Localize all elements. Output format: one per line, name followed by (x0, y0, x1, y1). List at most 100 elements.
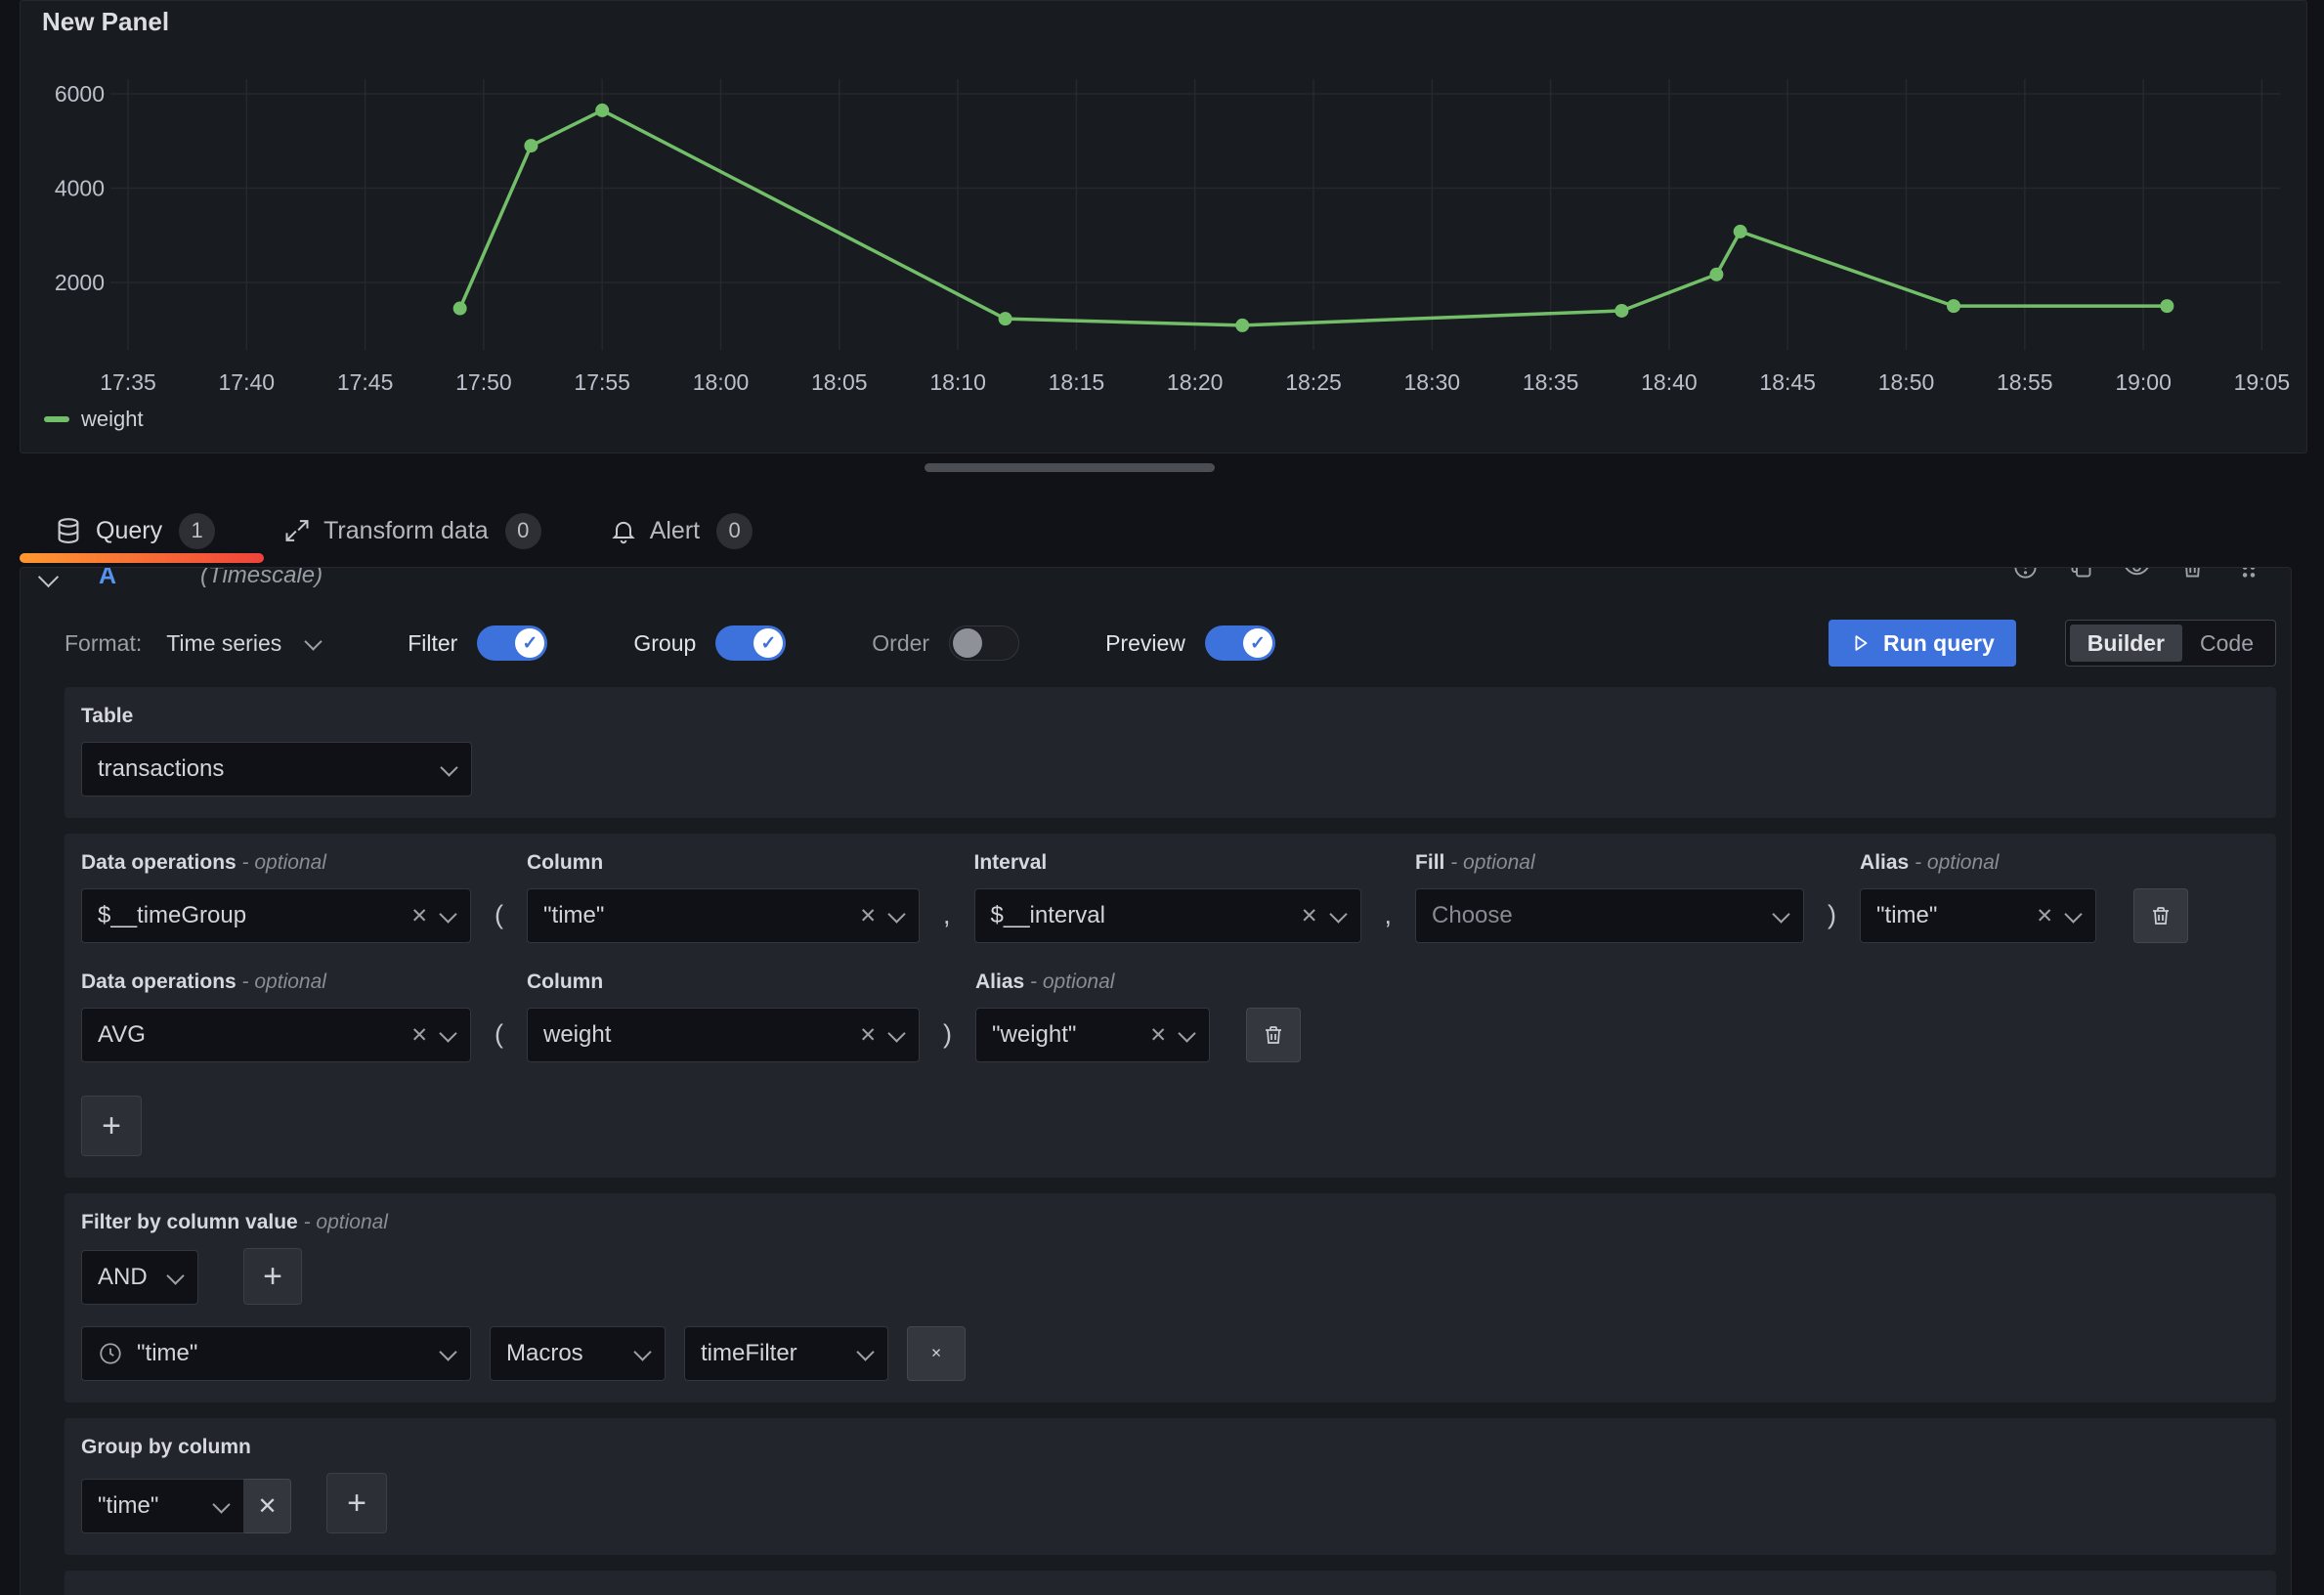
datasource-label: (Timescale) (200, 568, 323, 589)
remove-operation-button[interactable] (2133, 888, 2188, 943)
alias-select[interactable]: "weight" ✕ (975, 1008, 1210, 1062)
column-select[interactable]: "time" ✕ (527, 888, 920, 943)
chevron-down-icon (633, 1343, 651, 1360)
column-select[interactable]: weight ✕ (527, 1008, 920, 1062)
clear-icon[interactable]: ✕ (859, 904, 877, 928)
tab-query-label: Query (96, 517, 162, 545)
horizontal-scrollbar-thumb[interactable] (925, 463, 1215, 472)
interval-select[interactable]: $__interval ✕ (974, 888, 1361, 943)
remove-group-by-button[interactable]: ✕ (244, 1479, 291, 1533)
remove-filter-button[interactable]: ✕ (907, 1326, 966, 1381)
add-column-button[interactable]: + (81, 1096, 142, 1156)
x-axis-tick: 17:50 (455, 369, 512, 395)
clear-icon[interactable]: ✕ (859, 1023, 877, 1048)
clear-icon[interactable]: ✕ (1149, 1023, 1167, 1048)
trash-icon (2149, 904, 2173, 927)
format-select[interactable]: Time series (166, 630, 281, 657)
trash-icon (1262, 1023, 1285, 1047)
trash-icon[interactable] (2179, 568, 2206, 581)
fill-select[interactable]: Choose (1415, 888, 1804, 943)
chevron-down-icon[interactable] (38, 568, 59, 587)
close-paren: ) (1804, 900, 1860, 943)
y-axis-tick: 6000 (55, 81, 105, 107)
filter-field-select[interactable]: "time" (81, 1326, 471, 1381)
transform-count-badge: 0 (505, 513, 541, 549)
filter-toggle[interactable]: ✓ (477, 625, 547, 661)
chevron-down-icon (440, 758, 457, 776)
group-by-column-select[interactable]: "time" (81, 1479, 244, 1533)
chevron-down-icon (887, 905, 905, 923)
chart-data-point (1235, 319, 1249, 332)
clear-icon[interactable]: ✕ (410, 904, 428, 928)
tab-alert[interactable]: Alert 0 (610, 513, 753, 549)
chart-data-point (524, 139, 538, 152)
chevron-down-icon (1329, 905, 1347, 923)
query-toolbar: Format: Time series Filter ✓ Group ✓ Ord… (65, 615, 2276, 671)
eye-icon[interactable] (2124, 568, 2150, 581)
clear-icon[interactable]: ✕ (2036, 904, 2053, 928)
alias-select[interactable]: "time" ✕ (1860, 888, 2096, 943)
add-filter-button[interactable]: + (243, 1248, 302, 1305)
x-axis-tick: 18:50 (1878, 369, 1935, 395)
tab-transform-label: Transform data (323, 517, 489, 545)
toggle-knob-checked: ✓ (515, 628, 544, 658)
select-row-2: Data operations - optional AVG ✕ ( Colum… (81, 970, 2257, 1062)
x-axis-tick: 18:25 (1285, 369, 1342, 395)
chevron-down-icon (887, 1024, 905, 1042)
x-axis-tick: 17:55 (574, 369, 630, 395)
drag-handle-icon[interactable] (2235, 568, 2261, 581)
select-row-1: Data operations - optional $__timeGroup … (81, 851, 2257, 943)
group-toggle[interactable]: ✓ (715, 625, 786, 661)
chevron-down-icon (212, 1495, 230, 1513)
x-axis-tick: 18:30 (1404, 369, 1461, 395)
chart-data-point (453, 302, 467, 316)
chart-panel: New Panel 20004000600017:3517:4017:4517:… (20, 0, 2307, 453)
x-axis-tick: 19:00 (2115, 369, 2172, 395)
y-axis-tick: 4000 (55, 176, 105, 201)
add-group-by-button[interactable]: + (326, 1473, 387, 1533)
select-section: Data operations - optional $__timeGroup … (65, 834, 2276, 1178)
chart-legend[interactable]: weight (44, 407, 144, 432)
remove-operation-button[interactable] (1246, 1008, 1301, 1062)
chart-data-point (999, 312, 1012, 325)
table-section: Table transactions (65, 687, 2276, 818)
toggle-knob (953, 628, 982, 658)
copy-icon[interactable] (2068, 568, 2094, 581)
x-axis-tick: 17:45 (337, 369, 394, 395)
x-axis-tick: 18:55 (1997, 369, 2053, 395)
data-operation-select[interactable]: AVG ✕ (81, 1008, 471, 1062)
y-axis-tick: 2000 (55, 270, 105, 295)
macros-select[interactable]: Macros (490, 1326, 666, 1381)
chevron-down-icon (439, 1343, 456, 1360)
order-toggle[interactable] (949, 625, 1019, 661)
tab-transform-data[interactable]: Transform data 0 (283, 513, 541, 549)
x-axis-tick: 19:05 (2234, 369, 2291, 395)
x-axis-tick: 18:20 (1167, 369, 1224, 395)
query-row-header[interactable]: A (Timescale) (21, 568, 2291, 605)
clear-icon[interactable]: ✕ (1301, 904, 1318, 928)
chart-data-point (1734, 225, 1747, 238)
filter-section: Filter by column value - optional AND + (65, 1193, 2276, 1402)
legend-label[interactable]: weight (81, 407, 144, 432)
builder-mode-button[interactable]: Builder (2070, 625, 2182, 662)
data-operation-select[interactable]: $__timeGroup ✕ (81, 888, 471, 943)
x-axis-tick: 17:35 (100, 369, 156, 395)
chevron-down-icon (305, 632, 323, 650)
macro-value-select[interactable]: timeFilter (684, 1326, 888, 1381)
preview-toggle[interactable]: ✓ (1205, 625, 1275, 661)
filter-toggle-label: Filter (408, 630, 457, 657)
run-query-button[interactable]: Run query (1829, 620, 2016, 667)
help-icon[interactable] (2012, 568, 2039, 581)
x-axis-tick: 18:15 (1049, 369, 1105, 395)
table-select[interactable]: transactions (81, 742, 472, 797)
clear-icon[interactable]: ✕ (410, 1023, 428, 1048)
tab-query[interactable]: Query 1 (54, 513, 215, 549)
query-row-actions (2012, 568, 2261, 581)
group-toggle-label: Group (633, 630, 696, 657)
code-mode-button[interactable]: Code (2182, 625, 2271, 662)
clock-icon (98, 1341, 123, 1366)
transform-icon (283, 517, 311, 544)
query-ref-id: A (99, 568, 116, 590)
chevron-down-icon (2064, 905, 2082, 923)
filter-operator-select[interactable]: AND (81, 1250, 198, 1305)
